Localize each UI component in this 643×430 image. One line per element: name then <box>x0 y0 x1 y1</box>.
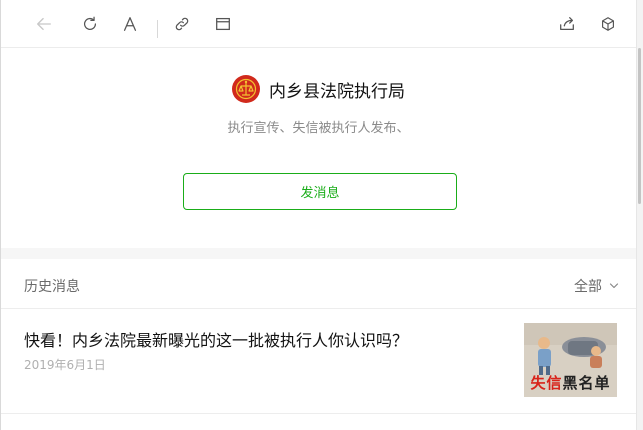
history-section: 历史消息 全部 快看！内乡法院最新曝光的这一批被执行人你认识吗？ 2019年6月… <box>1 259 636 430</box>
thumbnail-caption: 失信黑名单 <box>524 372 617 393</box>
send-message-button[interactable]: 发消息 <box>183 173 457 210</box>
toolbar-separator <box>157 20 158 38</box>
refresh-icon[interactable] <box>80 14 100 34</box>
filter-label: 全部 <box>574 279 602 295</box>
account-name-row: 内乡县法院执行局 <box>1 75 636 103</box>
mini-program-icon[interactable] <box>598 14 618 34</box>
article-thumbnail[interactable]: 失信黑名单 <box>524 323 617 397</box>
history-title: 历史消息 <box>24 279 80 295</box>
font-size-icon[interactable] <box>120 14 140 34</box>
back-arrow-icon[interactable] <box>34 14 54 34</box>
court-emblem-icon <box>233 76 259 102</box>
toolbar <box>1 0 636 48</box>
account-header: 内乡县法院执行局 执行宣传、失信被执行人发布、 发消息 <box>1 49 636 248</box>
thumbnail-caption-dark: 黑名单 <box>562 374 611 392</box>
history-filter-dropdown[interactable]: 全部 <box>574 276 619 296</box>
open-in-browser-icon[interactable] <box>213 14 233 34</box>
share-icon[interactable] <box>557 14 577 34</box>
account-description: 执行宣传、失信被执行人发布、 <box>227 121 410 136</box>
copy-link-icon[interactable] <box>172 14 192 34</box>
account-name: 内乡县法院执行局 <box>269 81 405 102</box>
article-title[interactable]: 快看！内乡法院最新曝光的这一批被执行人你认识吗？ <box>24 327 504 351</box>
article-date: 2019年6月1日 <box>24 358 106 372</box>
article-viewer-window: 内乡县法院执行局 执行宣传、失信被执行人发布、 发消息 历史消息 全部 快看！内… <box>0 0 643 430</box>
section-divider <box>1 248 636 259</box>
avatar[interactable] <box>232 75 260 103</box>
scrollbar-thumb[interactable] <box>638 48 641 204</box>
chevron-down-icon <box>609 283 619 289</box>
article-list-item[interactable]: 快看！内乡法院最新曝光的这一批被执行人你认识吗？ 2019年6月1日 失信黑名单 <box>1 310 636 414</box>
thumbnail-caption-red: 失信 <box>530 374 563 392</box>
history-header: 历史消息 全部 <box>1 259 636 309</box>
